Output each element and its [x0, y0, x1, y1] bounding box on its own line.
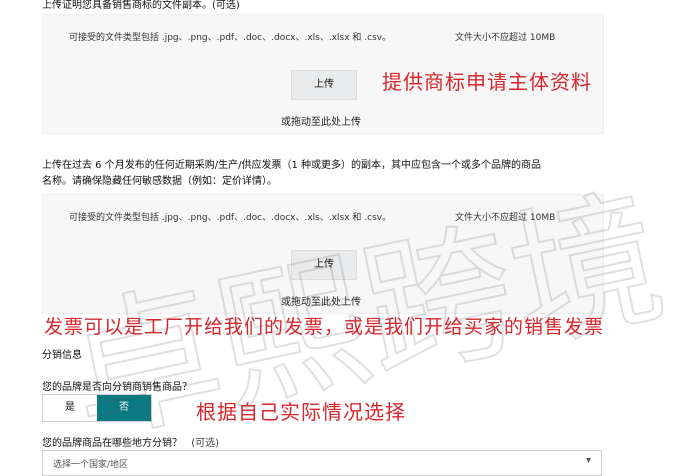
- distribution-title: 分销信息: [42, 350, 82, 361]
- upload-dropzone-invoice[interactable]: 可接受的文件类型包括 .jpg、.png、.pdf、.doc、.docx、.xl…: [42, 194, 604, 314]
- file-size-note: 文件大小不应超过 10MB: [455, 213, 556, 223]
- section2-heading-line1: 上传在过去 6 个月发布的任何近期采购/生产/供应发票（1 种或更多）的副本，其…: [42, 160, 541, 171]
- country-select[interactable]: 选择一个国家/地区 ▾: [42, 450, 602, 476]
- section1-heading: 上传证明您具备销售商标的文件副本。(可选): [42, 0, 240, 11]
- toggle-no[interactable]: 否: [97, 395, 151, 421]
- region-question-text: 您的品牌商品在哪些地方分销？: [42, 438, 182, 449]
- optional-tag: (可选): [191, 438, 219, 449]
- file-types-note: 可接受的文件类型包括 .jpg、.png、.pdf、.doc、.docx、.xl…: [69, 213, 392, 223]
- annotation-choice: 根据自己实际情况选择: [196, 400, 406, 424]
- section2-heading-line2: 名称。请确保隐藏任何敏感数据（例如：定价详情）。: [42, 176, 277, 187]
- distributor-toggle[interactable]: 是 否: [42, 394, 152, 422]
- drag-upload-hint: 或拖动至此处上传: [281, 117, 361, 128]
- drag-upload-hint: 或拖动至此处上传: [281, 297, 361, 308]
- annotation-trademark: 提供商标申请主体资料: [382, 70, 592, 94]
- file-size-note: 文件大小不应超过 10MB: [455, 33, 556, 43]
- upload-button[interactable]: 上传: [291, 250, 357, 280]
- toggle-yes[interactable]: 是: [43, 395, 97, 421]
- upload-button[interactable]: 上传: [291, 70, 357, 100]
- file-types-note: 可接受的文件类型包括 .jpg、.png、.pdf、.doc、.docx、.xl…: [69, 33, 392, 43]
- annotation-invoice: 发票可以是工厂开给我们的发票，或是我们开给买家的销售发票: [44, 316, 605, 338]
- distributor-question: 您的品牌是否向分销商销售商品？: [42, 382, 192, 393]
- chevron-down-icon: ▾: [585, 455, 591, 466]
- region-question: 您的品牌商品在哪些地方分销？ (可选): [42, 434, 219, 449]
- select-placeholder: 选择一个国家/地区: [53, 460, 129, 470]
